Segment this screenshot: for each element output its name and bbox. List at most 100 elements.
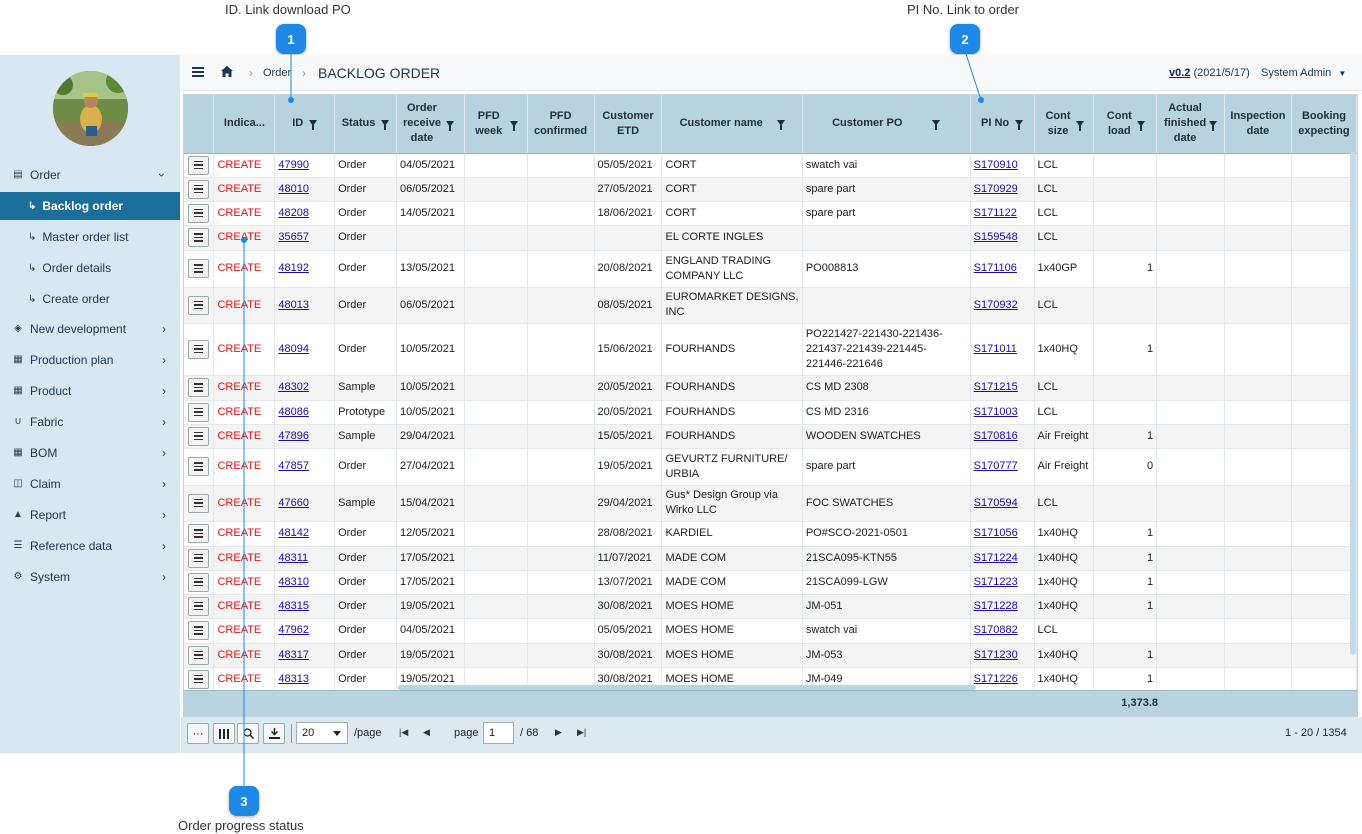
- id-link-cell[interactable]: 48192: [274, 250, 336, 288]
- row-action-cell[interactable]: [184, 594, 215, 619]
- filter-icon[interactable]: [309, 120, 318, 131]
- col-header-pi-no[interactable]: PI No: [970, 95, 1035, 154]
- row-menu-icon[interactable]: [188, 378, 210, 397]
- pi-no-link[interactable]: S170932: [974, 299, 1018, 311]
- id-link[interactable]: 48313: [278, 673, 309, 685]
- row-menu-icon[interactable]: [188, 259, 210, 278]
- row-menu-icon[interactable]: [188, 426, 210, 446]
- col-header-cont-size[interactable]: Cont size: [1034, 95, 1095, 154]
- id-link[interactable]: 48311: [278, 552, 308, 564]
- sidebar-item-report[interactable]: ▲ Report ›: [0, 501, 180, 528]
- id-link-cell[interactable]: 47990: [274, 153, 336, 178]
- id-link-cell[interactable]: 48311: [274, 546, 336, 571]
- id-link[interactable]: 47896: [278, 430, 309, 442]
- id-link[interactable]: 48208: [278, 207, 309, 219]
- first-page-icon[interactable]: |◀: [399, 727, 408, 738]
- pi-no-link-cell[interactable]: S171223: [970, 570, 1035, 595]
- id-link-cell[interactable]: 48010: [274, 177, 336, 202]
- filter-icon[interactable]: [1076, 120, 1084, 131]
- row-action-cell[interactable]: [184, 643, 215, 668]
- row-menu-icon[interactable]: [188, 548, 210, 568]
- pi-no-link[interactable]: S171223: [974, 576, 1018, 588]
- table-row[interactable]: CREATE 48311 Order 17/05/2021 11/07/2021 MADE…: [184, 546, 1357, 571]
- sidebar-item-claim[interactable]: ◫ Claim ›: [0, 470, 180, 497]
- id-link-cell[interactable]: 48094: [274, 323, 336, 376]
- pi-no-link-cell[interactable]: S159548: [970, 225, 1035, 251]
- table-row[interactable]: CREATE 48142 Order 12/05/2021 28/08/2021 KARD…: [184, 521, 1357, 547]
- row-action-cell[interactable]: [184, 287, 215, 324]
- row-action-cell[interactable]: [184, 250, 215, 288]
- pi-no-link[interactable]: S171003: [974, 406, 1018, 418]
- id-link-cell[interactable]: 48086: [274, 400, 336, 425]
- sidebar-item-order-details[interactable]: ↳ Order details: [0, 254, 180, 282]
- table-row[interactable]: CREATE 47660 Sample 15/04/2021 29/04/2021 Gus…: [184, 485, 1357, 522]
- row-action-cell[interactable]: [184, 400, 215, 425]
- row-action-cell[interactable]: [184, 667, 215, 692]
- sidebar-item-reference-data[interactable]: ☰ Reference data ›: [0, 532, 180, 559]
- more-options-button[interactable]: ···: [187, 723, 209, 744]
- row-action-cell[interactable]: [184, 448, 215, 486]
- col-header-cont-load[interactable]: Cont load: [1093, 95, 1158, 154]
- col-header-customer-po[interactable]: Customer PO: [802, 95, 971, 154]
- row-action-cell[interactable]: [184, 177, 215, 202]
- id-link-cell[interactable]: 48013: [274, 287, 336, 324]
- row-menu-icon[interactable]: [188, 645, 210, 665]
- user-menu[interactable]: System Admin ▼: [1261, 67, 1346, 79]
- pi-no-link-cell[interactable]: S170816: [970, 424, 1035, 449]
- row-menu-icon[interactable]: [188, 228, 210, 247]
- id-link-cell[interactable]: 48315: [274, 594, 336, 619]
- id-link-cell[interactable]: 48313: [274, 667, 336, 692]
- col-header-id[interactable]: ID: [274, 95, 336, 154]
- pi-no-link-cell[interactable]: S170594: [970, 485, 1035, 522]
- id-link-cell[interactable]: 47857: [274, 448, 336, 486]
- table-row[interactable]: CREATE 48013 Order 06/05/2021 08/05/2021 EURO…: [184, 287, 1357, 324]
- table-row[interactable]: CREATE 35657 Order EL CORTE INGLES S159548 LC…: [184, 225, 1357, 251]
- pi-no-link[interactable]: S171215: [974, 381, 1018, 393]
- row-menu-icon[interactable]: [188, 295, 210, 315]
- id-link[interactable]: 48142: [278, 527, 309, 539]
- row-menu-icon[interactable]: [188, 203, 210, 223]
- pi-no-link-cell[interactable]: S171106: [970, 250, 1035, 288]
- col-header-pfd-confirmed[interactable]: PFD confirmed: [527, 95, 595, 154]
- table-row[interactable]: CREATE 48086 Prototype 10/05/2021 20/05/2021…: [184, 400, 1357, 425]
- sidebar-item-backlog-order[interactable]: ↳ Backlog order: [0, 192, 180, 220]
- id-link[interactable]: 48094: [278, 343, 309, 355]
- vertical-scrollbar[interactable]: [1350, 152, 1356, 655]
- row-menu-icon[interactable]: [188, 493, 210, 513]
- row-action-cell[interactable]: [184, 570, 215, 595]
- id-link-cell[interactable]: 48317: [274, 643, 336, 668]
- id-link[interactable]: 48192: [278, 262, 309, 274]
- pi-no-link-cell[interactable]: S171215: [970, 375, 1035, 401]
- pi-no-link[interactable]: S171226: [974, 673, 1018, 685]
- id-link[interactable]: 47660: [278, 497, 309, 509]
- id-link-cell[interactable]: 48310: [274, 570, 336, 595]
- pi-no-link-cell[interactable]: S171056: [970, 521, 1035, 547]
- table-row[interactable]: CREATE 48192 Order 13/05/2021 20/08/2021 ENGL…: [184, 250, 1357, 288]
- sidebar-item-master-order-list[interactable]: ↳ Master order list: [0, 223, 180, 251]
- row-menu-icon[interactable]: [188, 339, 210, 359]
- id-link[interactable]: 47990: [278, 159, 309, 171]
- menu-icon[interactable]: [192, 67, 204, 77]
- row-menu-icon[interactable]: [188, 179, 210, 199]
- pi-no-link-cell[interactable]: S170882: [970, 618, 1035, 644]
- id-link[interactable]: 48310: [278, 576, 309, 588]
- download-icon[interactable]: [263, 723, 285, 744]
- table-row[interactable]: CREATE 48094 Order 10/05/2021 15/06/2021 FOUR…: [184, 323, 1357, 376]
- next-page-icon[interactable]: ▶: [555, 727, 562, 738]
- table-row[interactable]: CREATE 48315 Order 19/05/2021 30/08/2021 MOES…: [184, 594, 1357, 619]
- pi-no-link[interactable]: S170910: [974, 159, 1018, 171]
- id-link[interactable]: 48317: [278, 649, 309, 661]
- prev-page-icon[interactable]: ◀: [423, 727, 430, 738]
- id-link-cell[interactable]: 48208: [274, 201, 336, 226]
- row-action-cell[interactable]: [184, 618, 215, 644]
- columns-icon[interactable]: [213, 723, 235, 744]
- pi-no-link[interactable]: S171230: [974, 649, 1018, 661]
- pi-no-link[interactable]: S171056: [974, 527, 1018, 539]
- filter-icon[interactable]: [509, 120, 518, 131]
- table-row[interactable]: CREATE 47962 Order 04/05/2021 05/05/2021 MOES…: [184, 618, 1357, 644]
- pi-no-link-cell[interactable]: S170932: [970, 287, 1035, 324]
- page-size-select[interactable]: 20: [296, 722, 348, 744]
- col-header-indicator[interactable]: Indica...: [213, 95, 276, 154]
- pi-no-link-cell[interactable]: S171228: [970, 594, 1035, 619]
- sidebar-item-bom[interactable]: ▦ BOM ›: [0, 439, 180, 466]
